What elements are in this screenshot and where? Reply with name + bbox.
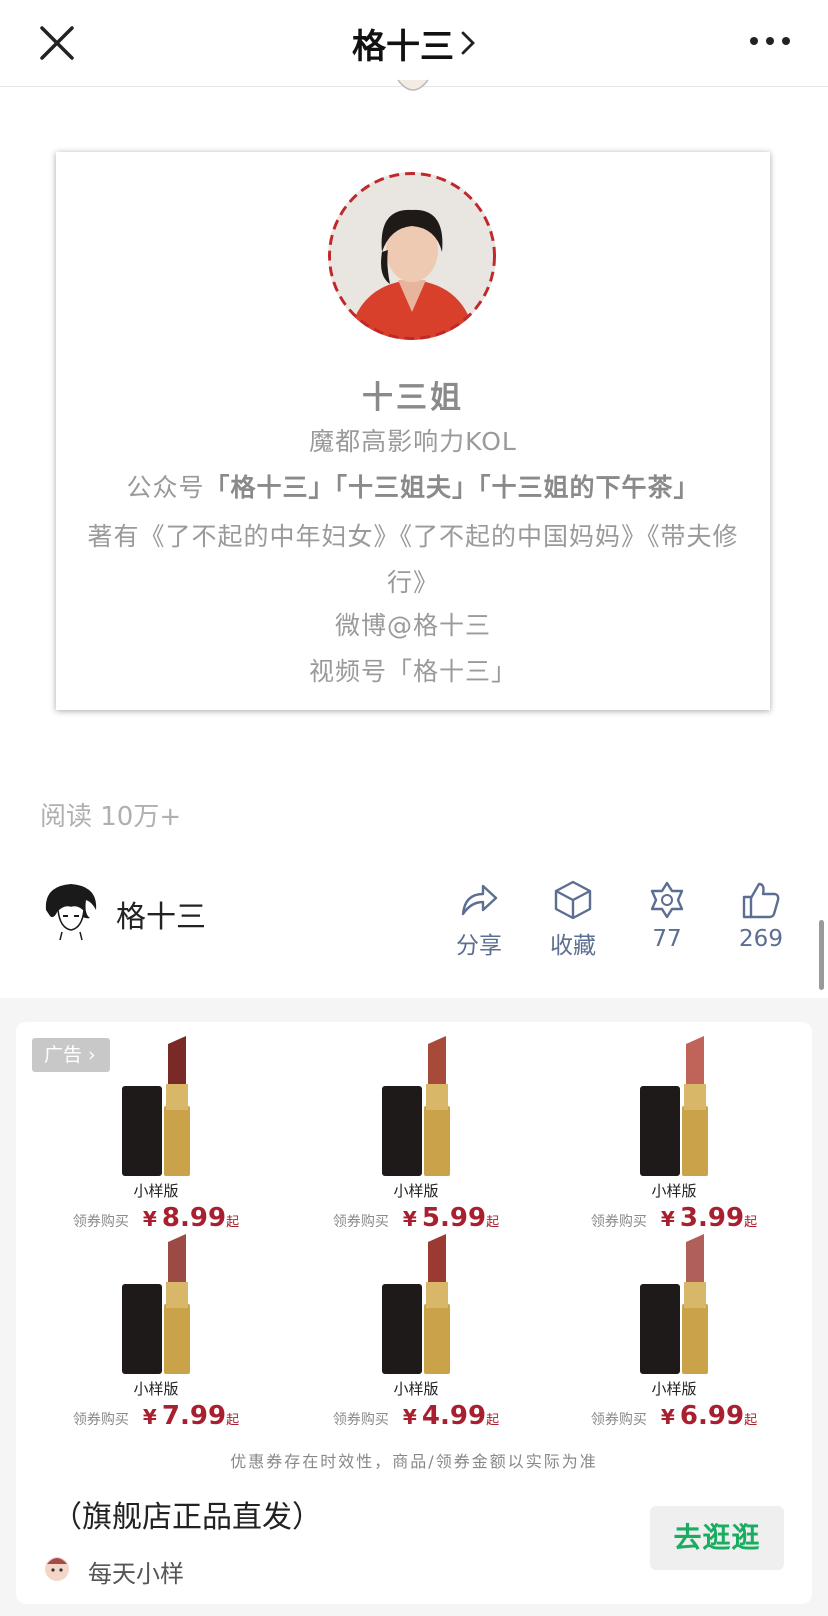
visit-store-button[interactable]: 去逛逛	[650, 1506, 784, 1570]
ad-product-2[interactable]: 小样版 领券购买 ¥ 5.99起	[306, 1030, 526, 1233]
share-icon	[461, 884, 498, 916]
price-suffix: 起	[486, 1413, 500, 1428]
coupon-label: 领券购买	[332, 1412, 389, 1428]
product-price-row: 领券购买 ¥ 7.99起	[46, 1401, 266, 1431]
author-profile-card: 十三姐 魔都高影响力KOL 公众号「格十三」「十三姐夫」「十三姐的下午茶」 著有…	[56, 152, 770, 710]
ad-product-4[interactable]: 小样版 领券购买 ¥ 7.99起	[46, 1228, 266, 1431]
product-tag: 小样版	[651, 1182, 697, 1200]
ad-product-5[interactable]: 小样版 领券购买 ¥ 4.99起	[306, 1228, 526, 1431]
product-price: 6.99	[679, 1401, 745, 1431]
scrollbar-thumb[interactable]	[819, 920, 824, 990]
account-title-link[interactable]: 格十三	[0, 0, 828, 86]
more-options-icon[interactable]	[748, 26, 792, 56]
author-display-name: 十三姐	[362, 380, 464, 416]
share-button[interactable]: 分享	[434, 880, 524, 960]
thumbs-up-icon	[742, 882, 780, 919]
author-avatar[interactable]	[40, 880, 102, 942]
product-tag: 小样版	[651, 1380, 697, 1398]
product-tag: 小样版	[133, 1182, 179, 1200]
author-action-bar: 格十三 分享 收藏 77 269	[0, 866, 828, 966]
currency-symbol: ¥	[402, 1405, 417, 1429]
author-books: 著有《了不起的中年妇女》《了不起的中国妈妈》《带夫修行》	[87, 522, 739, 597]
product-price: 4.99	[421, 1401, 487, 1431]
currency-symbol: ¥	[660, 1405, 675, 1429]
chevron-right-icon	[461, 31, 475, 55]
product-price-row: 领券购买 ¥ 4.99起	[306, 1401, 526, 1431]
ad-disclaimer: 优惠券存在时效性，商品/领券金额以实际为准	[230, 1452, 598, 1471]
author-accounts: 公众号「格十三」「十三姐夫」「十三姐的下午茶」	[56, 468, 770, 504]
product-price-row: 领券购买 ¥ 6.99起	[564, 1401, 784, 1431]
ad-brand-name: 每天小样	[88, 1560, 184, 1588]
accounts-prefix: 公众号	[126, 473, 205, 502]
cube-icon	[554, 880, 592, 920]
brand-logo-icon	[42, 1552, 72, 1582]
ad-product-6[interactable]: 小样版 领券购买 ¥ 6.99起	[564, 1228, 784, 1431]
product-tag: 小样版	[393, 1182, 439, 1200]
page-title: 格十三	[352, 26, 454, 67]
ad-section: 广告 › 小样版 领券购买 ¥ 8.99起 小样版 领券购买 ¥ 5.99起 小样版 领券购买…	[0, 998, 828, 1616]
lipstick-image	[122, 1036, 190, 1176]
lipstick-image	[382, 1234, 450, 1374]
ad-card[interactable]: 广告 › 小样版 领券购买 ¥ 8.99起 小样版 领券购买 ¥ 5.99起 小样版 领券购买…	[16, 1022, 812, 1604]
coupon-label: 领券购买	[72, 1412, 129, 1428]
accounts-list: 「格十三」「十三姐夫」「十三姐的下午茶」	[204, 473, 700, 502]
product-price: 7.99	[161, 1401, 227, 1431]
lipstick-image	[122, 1234, 190, 1374]
ad-headline: （旗舰店正品直发）	[52, 1500, 322, 1535]
ad-product-3[interactable]: 小样版 领券购买 ¥ 3.99起	[564, 1030, 784, 1233]
read-count: 阅读 10万+	[40, 802, 182, 832]
lipstick-image	[640, 1234, 708, 1374]
favorite-label: 收藏	[550, 933, 596, 959]
author-weibo: 微博@格十三	[334, 611, 491, 640]
like-count: 269	[739, 926, 783, 952]
currency-symbol: ¥	[142, 1405, 157, 1429]
product-tag: 小样版	[393, 1380, 439, 1398]
price-suffix: 起	[226, 1413, 240, 1428]
decorative-sticker-icon	[397, 79, 429, 91]
product-tag: 小样版	[133, 1380, 179, 1398]
share-label: 分享	[456, 933, 502, 959]
like-button[interactable]: 269	[716, 880, 806, 952]
top-nav-bar: 格十三	[0, 0, 828, 87]
price-suffix: 起	[744, 1413, 758, 1428]
author-photo	[328, 172, 496, 340]
author-tagline: 魔都高影响力KOL	[309, 427, 517, 456]
lipstick-image	[382, 1036, 450, 1176]
favorite-button[interactable]: 收藏	[528, 880, 618, 960]
lipstick-image	[640, 1036, 708, 1176]
ad-product-1[interactable]: 小样版 领券购买 ¥ 8.99起	[46, 1030, 266, 1233]
star-flower-icon	[650, 881, 684, 919]
wow-count: 77	[652, 926, 682, 952]
author-video-channel: 视频号「格十三」	[308, 657, 517, 686]
wow-button[interactable]: 77	[622, 880, 712, 952]
coupon-label: 领券购买	[590, 1412, 647, 1428]
author-name[interactable]: 格十三	[116, 892, 206, 936]
